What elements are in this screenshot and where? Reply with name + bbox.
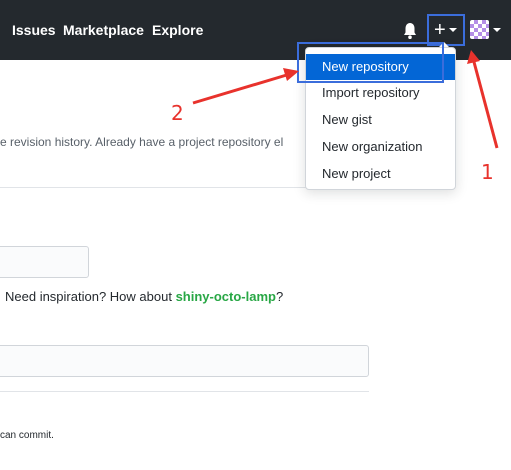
nav-marketplace[interactable]: Marketplace <box>63 22 144 38</box>
inspiration-prefix: Need inspiration? How about <box>5 289 176 304</box>
plus-icon: + <box>434 19 446 41</box>
inspiration-text: Need inspiration? How about shiny-octo-l… <box>5 289 283 304</box>
annotation-label-1: 1 <box>481 160 494 184</box>
annotation-label-2: 2 <box>171 101 184 125</box>
chevron-down-icon <box>449 28 457 32</box>
nav-explore[interactable]: Explore <box>152 22 203 38</box>
divider <box>0 391 369 392</box>
description-input[interactable] <box>0 345 369 377</box>
nav-issues[interactable]: Issues <box>12 22 56 38</box>
page-description: e revision history. Already have a proje… <box>0 135 284 149</box>
menu-item-import-repository[interactable]: Import repository <box>306 80 455 106</box>
suggested-name: shiny-octo-lamp <box>175 289 276 304</box>
bell-icon[interactable] <box>402 22 418 40</box>
arrow-2-line <box>192 72 291 105</box>
arrow-1-line <box>472 61 499 149</box>
create-new-dropdown: New repository Import repository New gis… <box>305 47 456 190</box>
menu-item-new-repository[interactable]: New repository <box>306 54 455 80</box>
menu-item-new-organization[interactable]: New organization <box>306 134 455 160</box>
avatar-icon <box>470 20 489 39</box>
arrow-2-head <box>283 68 299 81</box>
user-menu-button[interactable] <box>470 20 504 40</box>
menu-item-new-project[interactable]: New project <box>306 161 455 187</box>
repository-name-input[interactable] <box>0 246 89 278</box>
menu-item-new-gist[interactable]: New gist <box>306 107 455 133</box>
commit-note: can commit. <box>0 430 54 441</box>
inspiration-suffix: ? <box>275 289 284 304</box>
chevron-down-icon <box>493 28 501 32</box>
